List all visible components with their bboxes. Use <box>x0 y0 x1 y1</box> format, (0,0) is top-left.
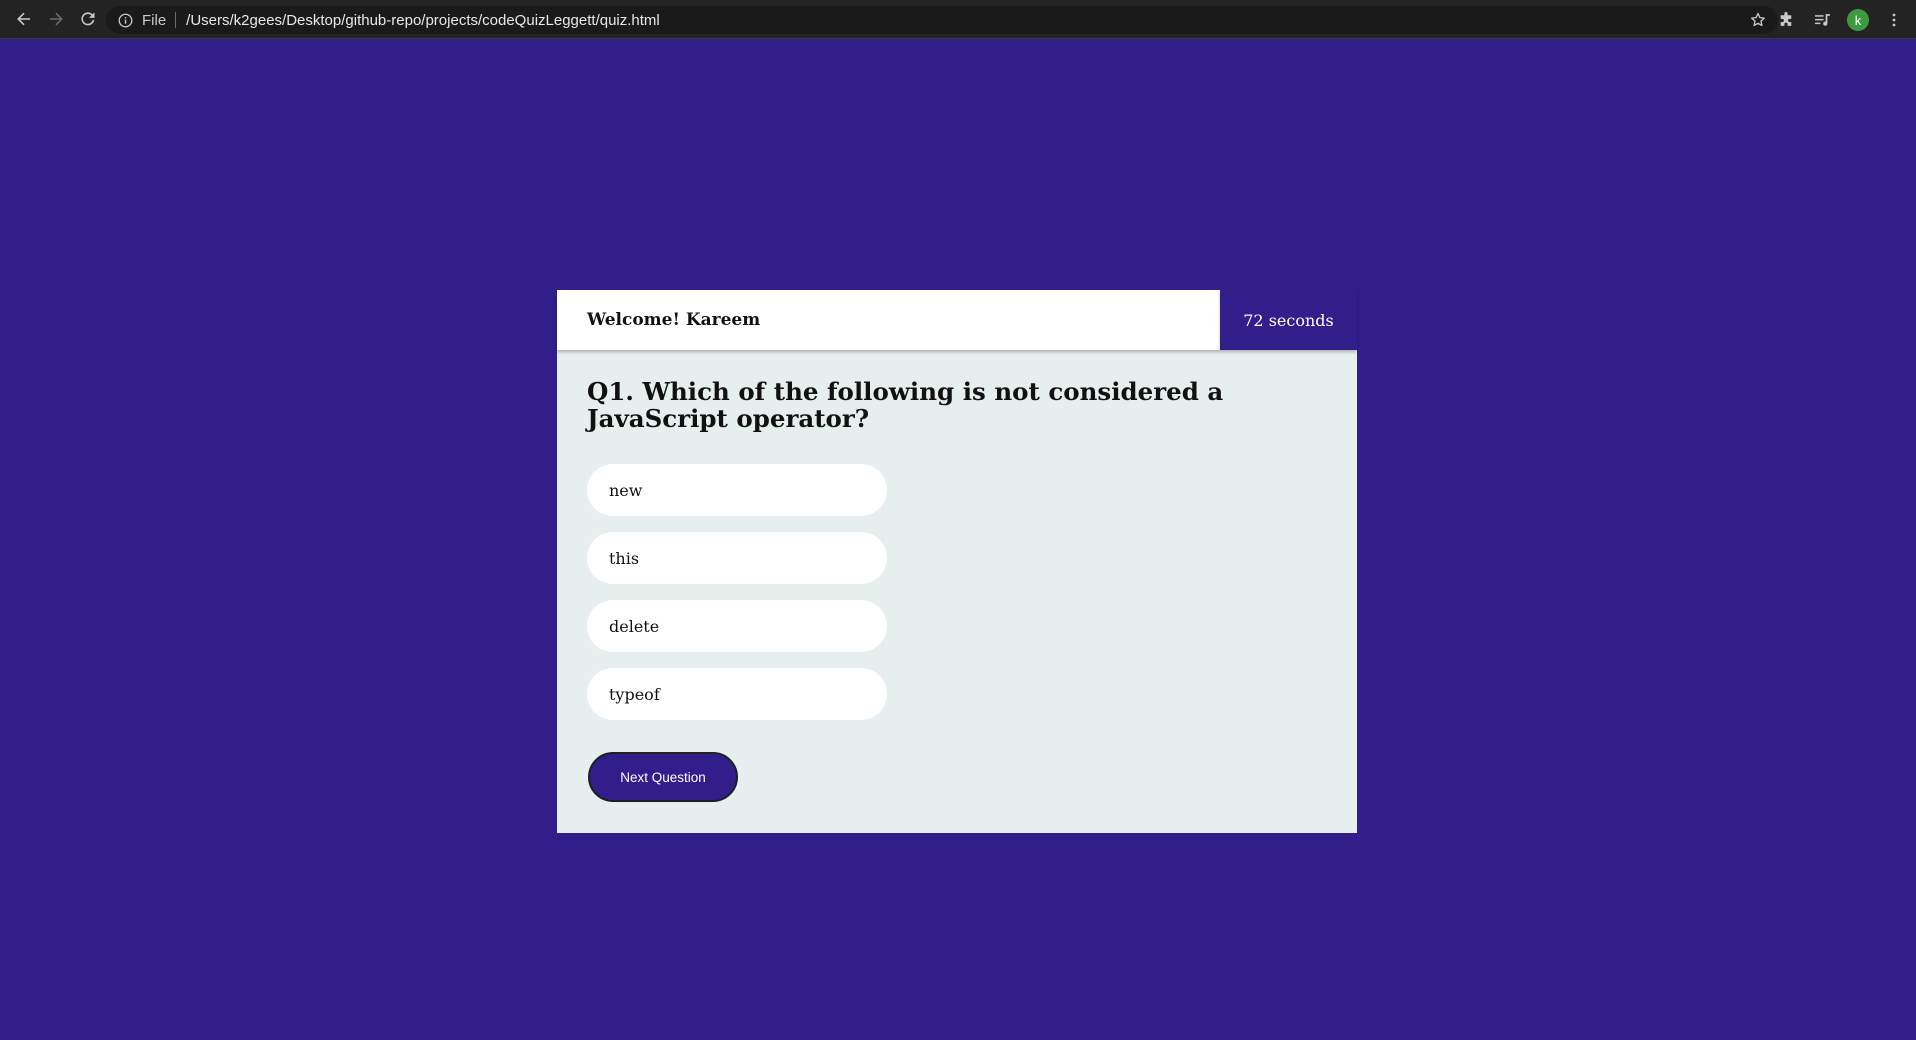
address-bar[interactable]: File /Users/k2gees/Desktop/github-repo/p… <box>106 6 1778 34</box>
star-icon[interactable] <box>1746 8 1770 32</box>
divider <box>175 12 177 28</box>
puzzle-icon[interactable] <box>1770 4 1802 36</box>
answer-option[interactable]: typeof <box>587 668 887 720</box>
back-icon[interactable] <box>8 3 40 35</box>
info-icon[interactable] <box>116 11 134 29</box>
timer: 72 seconds <box>1220 290 1357 350</box>
answer-option[interactable]: delete <box>587 600 887 652</box>
profile-avatar-button[interactable]: k <box>1842 4 1874 36</box>
toolbar-right-icons: k <box>1770 4 1910 36</box>
forward-icon[interactable] <box>40 3 72 35</box>
url-text[interactable]: /Users/k2gees/Desktop/github-repo/projec… <box>186 12 660 29</box>
answer-option[interactable]: new <box>587 464 887 516</box>
avatar: k <box>1847 9 1869 31</box>
browser-toolbar: File /Users/k2gees/Desktop/github-repo/p… <box>0 0 1916 39</box>
scheme-label: File <box>142 11 167 29</box>
answer-list: new this delete typeof <box>587 464 887 736</box>
welcome-message: Welcome! Kareem <box>557 290 1220 350</box>
quiz-header: Welcome! Kareem 72 seconds <box>557 290 1357 350</box>
next-question-button[interactable]: Next Question <box>588 752 738 802</box>
quiz-card: Welcome! Kareem 72 seconds Q1. Which of … <box>557 290 1357 833</box>
answer-option[interactable]: this <box>587 532 887 584</box>
media-queue-icon[interactable] <box>1806 4 1838 36</box>
kebab-menu-icon[interactable] <box>1878 4 1910 36</box>
question-text: Q1. Which of the following is not consid… <box>587 377 1224 433</box>
reload-icon[interactable] <box>72 3 104 35</box>
